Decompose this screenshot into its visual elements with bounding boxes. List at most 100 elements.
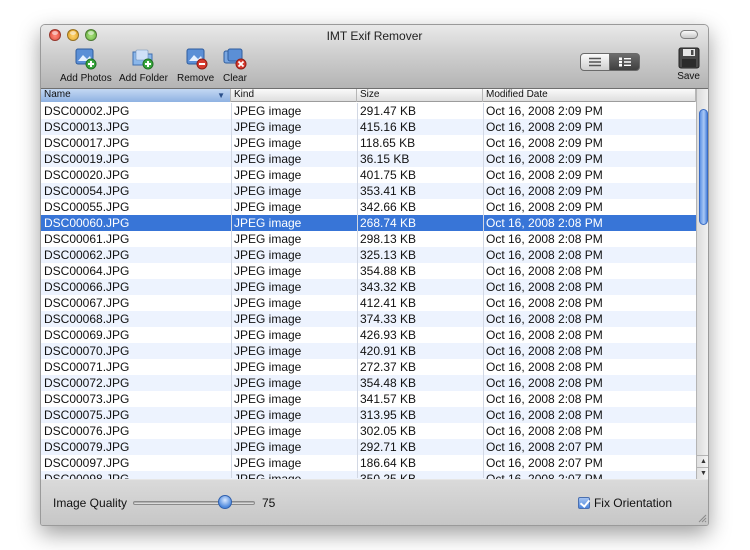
cell-modified: Oct 16, 2008 2:08 PM [486,232,603,246]
cell-name: DSC00067.JPG [44,296,130,310]
scroll-down-arrow[interactable]: ▼ [697,467,708,479]
table-row[interactable]: DSC00017.JPG JPEG image 118.65 KB Oct 16, 2… [41,135,696,151]
cell-size: 292.71 KB [360,440,417,454]
table-row[interactable]: DSC00013.JPG JPEG image 415.16 KB Oct 16, 2… [41,119,696,135]
cell-name: DSC00020.JPG [44,168,130,182]
table-row[interactable]: DSC00070.JPG JPEG image 420.91 KB Oct 16, 2… [41,343,696,359]
table-row[interactable]: DSC00002.JPG JPEG image 291.47 KB Oct 16, 2… [41,103,696,119]
cell-size: 412.41 KB [360,296,417,310]
cell-modified: Oct 16, 2008 2:08 PM [486,376,603,390]
list-view-button[interactable] [580,53,610,71]
image-quality-value: 75 [262,496,276,510]
table-row[interactable]: DSC00068.JPG JPEG image 374.33 KB Oct 16, 2… [41,311,696,327]
file-table: Name ▼ Kind Size Modified Date DSC00002.… [41,89,708,479]
clear-label: Clear [223,73,247,84]
cell-size: 343.32 KB [360,280,417,294]
table-row[interactable]: DSC00069.JPG JPEG image 426.93 KB Oct 16, 2… [41,327,696,343]
table-row[interactable]: DSC00066.JPG JPEG image 343.32 KB Oct 16, 2… [41,279,696,295]
table-row[interactable]: DSC00071.JPG JPEG image 272.37 KB Oct 16, 2… [41,359,696,375]
table-row[interactable]: DSC00019.JPG JPEG image 36.15 KB Oct 16, 20… [41,151,696,167]
cell-modified: Oct 16, 2008 2:08 PM [486,280,603,294]
column-header-modified[interactable]: Modified Date [483,89,696,102]
cell-size: 298.13 KB [360,232,417,246]
cell-name: DSC00070.JPG [44,344,130,358]
cell-modified: Oct 16, 2008 2:08 PM [486,408,603,422]
vertical-scrollbar[interactable]: ▲ ▼ [696,89,708,479]
table-row[interactable]: DSC00075.JPG JPEG image 313.95 KB Oct 16, 2… [41,407,696,423]
fix-orientation-checkbox[interactable] [577,497,590,509]
cell-kind: JPEG image [234,408,302,422]
table-body: DSC00002.JPG JPEG image 291.47 KB Oct 16, 2… [41,103,696,479]
table-row[interactable]: DSC00060.JPG JPEG image 268.74 KB Oct 16, 2… [41,215,696,231]
add-folder-button[interactable]: Add Folder [119,47,168,84]
cell-modified: Oct 16, 2008 2:08 PM [486,264,603,278]
cell-modified: Oct 16, 2008 2:08 PM [486,424,603,438]
cell-name: DSC00055.JPG [44,200,130,214]
clear-button[interactable]: Clear [222,47,248,84]
cell-kind: JPEG image [234,424,302,438]
photo-plus-icon [75,48,97,70]
cell-kind: JPEG image [234,248,302,262]
detail-view-icon [618,57,631,67]
cell-size: 415.16 KB [360,120,417,134]
cell-kind: JPEG image [234,264,302,278]
table-row[interactable]: DSC00064.JPG JPEG image 354.88 KB Oct 16, 2… [41,263,696,279]
column-header-size[interactable]: Size [357,89,483,102]
cell-size: 291.47 KB [360,104,417,118]
table-row[interactable]: DSC00073.JPG JPEG image 341.57 KB Oct 16, 2… [41,391,696,407]
cell-modified: Oct 16, 2008 2:08 PM [486,344,603,358]
window-title: IMT Exif Remover [326,29,423,43]
detail-view-button[interactable] [610,53,640,71]
photo-minus-icon [186,48,208,70]
cell-kind: JPEG image [234,296,302,310]
cell-kind: JPEG image [234,136,302,150]
column-header-kind[interactable]: Kind [231,89,357,102]
cell-name: DSC00097.JPG [44,456,130,470]
cell-size: 426.93 KB [360,328,417,342]
table-row[interactable]: DSC00076.JPG JPEG image 302.05 KB Oct 16, 2… [41,423,696,439]
table-row[interactable]: DSC00055.JPG JPEG image 342.66 KB Oct 16, 2… [41,199,696,215]
cell-modified: Oct 16, 2008 2:08 PM [486,392,603,406]
floppy-disk-icon [678,47,700,69]
cell-name: DSC00061.JPG [44,232,130,246]
table-row[interactable]: DSC00061.JPG JPEG image 298.13 KB Oct 16, 2… [41,231,696,247]
cell-kind: JPEG image [234,184,302,198]
cell-name: DSC00002.JPG [44,104,130,118]
table-row[interactable]: DSC00097.JPG JPEG image 186.64 KB Oct 16, 2… [41,455,696,471]
cell-modified: Oct 16, 2008 2:08 PM [486,296,603,310]
list-view-icon [589,57,601,67]
cell-modified: Oct 16, 2008 2:09 PM [486,136,603,150]
add-photos-button[interactable]: Add Photos [60,47,112,84]
save-label: Save [677,71,700,82]
table-row[interactable]: DSC00054.JPG JPEG image 353.41 KB Oct 16, 2… [41,183,696,199]
cell-modified: Oct 16, 2008 2:09 PM [486,184,603,198]
fix-orientation-option[interactable]: Fix Orientation [577,496,672,510]
bottom-bar: Image Quality 75 Fix Orientation [41,480,708,525]
cell-kind: JPEG image [234,168,302,182]
resize-grip-icon[interactable] [697,513,707,523]
table-header: Name ▼ Kind Size Modified Date [41,89,696,102]
column-header-name[interactable]: Name ▼ [41,89,231,102]
cell-name: DSC00073.JPG [44,392,130,406]
scrollbar-thumb[interactable] [699,109,708,225]
table-row[interactable]: DSC00020.JPG JPEG image 401.75 KB Oct 16, 2… [41,167,696,183]
table-row[interactable]: DSC00072.JPG JPEG image 354.48 KB Oct 16, 2… [41,375,696,391]
cell-modified: Oct 16, 2008 2:08 PM [486,360,603,374]
table-row[interactable]: DSC00062.JPG JPEG image 325.13 KB Oct 16, 2… [41,247,696,263]
image-quality-slider-knob[interactable] [217,495,232,509]
save-button[interactable]: Save [677,47,700,82]
cell-kind: JPEG image [234,360,302,374]
table-row[interactable]: DSC00098.JPG JPEG image 350.25 KB Oct 16, 2… [41,471,696,479]
table-row[interactable]: DSC00079.JPG JPEG image 292.71 KB Oct 16, 2… [41,439,696,455]
image-quality-slider[interactable] [133,501,255,505]
cell-kind: JPEG image [234,392,302,406]
scroll-up-arrow[interactable]: ▲ [697,455,708,467]
cell-name: DSC00072.JPG [44,376,130,390]
table-row[interactable]: DSC00067.JPG JPEG image 412.41 KB Oct 16, 2… [41,295,696,311]
toolbar-toggle-button[interactable] [680,30,698,39]
app-window: IMT Exif Remover Add Photos Add Folder R… [40,24,709,526]
sort-descending-icon: ▼ [217,91,225,100]
remove-button[interactable]: Remove [177,47,214,84]
cell-size: 342.66 KB [360,200,417,214]
remove-label: Remove [177,73,215,84]
